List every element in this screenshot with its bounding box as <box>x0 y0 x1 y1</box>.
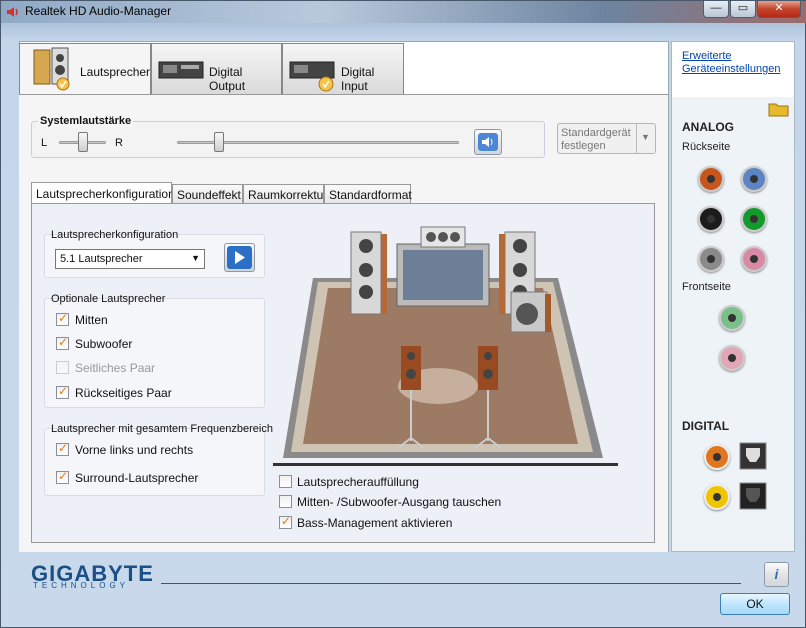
gigabyte-logo-sub: TECHNOLOGY <box>33 581 130 590</box>
volume-slider-thumb[interactable] <box>214 132 224 152</box>
ok-button[interactable]: OK <box>720 593 790 615</box>
coaxial-yellow-jack[interactable] <box>704 484 730 510</box>
speaker-config-select[interactable]: 5.1 Lautsprecher ▼ <box>55 249 205 269</box>
tab-digital-output[interactable]: Digital Output <box>151 43 282 95</box>
play-test-button[interactable] <box>224 243 255 272</box>
mitten-checkbox[interactable] <box>56 311 69 326</box>
seitliches-paar-checkbox[interactable] <box>56 361 69 374</box>
default-device-line1: Standardgerät <box>561 127 631 139</box>
info-button[interactable]: i <box>764 562 789 587</box>
app-window: Realtek HD Audio-Manager — ▭ ✕ Lautsprec… <box>0 0 806 628</box>
jack-green[interactable] <box>741 206 767 232</box>
bass-management-label: Bass-Management aktivieren <box>297 516 453 530</box>
rueckseitiges-paar-label: Rückseitiges Paar <box>75 386 172 400</box>
coaxial-orange-jack[interactable] <box>704 444 730 470</box>
default-device-button[interactable]: Standardgerät festlegen ▼ <box>557 123 656 154</box>
window-title: Realtek HD Audio-Manager <box>25 4 172 18</box>
footer-divider <box>161 583 741 584</box>
bass-management-checkbox[interactable] <box>279 514 292 529</box>
sidebar-header: Erweiterte Geräteeinstellungen <box>672 42 794 97</box>
balance-right-label: R <box>115 137 123 149</box>
surround-checkbox[interactable] <box>56 469 69 484</box>
tab-digital-input-label: Digital Input <box>341 65 375 93</box>
front-lr-checkbox[interactable] <box>56 441 69 456</box>
title-bar[interactable]: Realtek HD Audio-Manager — ▭ ✕ <box>1 1 806 23</box>
swap-center-sub-checkbox[interactable] <box>279 495 292 508</box>
optical-in-icon[interactable] <box>739 482 767 510</box>
subtab-raumkorrektur[interactable]: Raumkorrektur <box>243 184 327 204</box>
rueckseitiges-paar-checkbox[interactable] <box>56 384 69 399</box>
config-group-label: Lautsprecherkonfiguration <box>51 229 179 241</box>
speaker-config-value: 5.1 Lautsprecher <box>60 253 143 265</box>
subtab-lautsprecherkonfiguration[interactable]: Lautsprecherkonfiguration <box>31 182 175 203</box>
digital-heading: DIGITAL <box>682 419 730 433</box>
digital-input-icon <box>289 61 335 92</box>
subtab-standardformat[interactable]: Standardformat <box>324 184 412 204</box>
tab-digital-output-label: Digital Output <box>209 65 246 93</box>
mute-button[interactable] <box>474 129 502 155</box>
subwoofer-label: Subwoofer <box>75 337 133 351</box>
speaker-volume-icon <box>478 133 498 151</box>
subtab-soundeffekt[interactable]: Soundeffekt <box>172 184 243 204</box>
jack-black[interactable] <box>698 206 724 232</box>
system-volume-label: Systemlautstärke <box>38 115 134 127</box>
analog-heading: ANALOG <box>682 120 734 134</box>
swap-center-sub-label: Mitten- /Subwoofer-Ausgang tauschen <box>297 495 502 509</box>
lautsprecherauffuellung-label: Lautsprecherauffüllung <box>297 475 419 489</box>
balance-slider-thumb[interactable] <box>78 132 88 152</box>
digital-device-icon <box>158 61 204 79</box>
speaker-tab-icon <box>33 47 70 91</box>
advanced-settings-line2: Geräteeinstellungen <box>682 63 781 75</box>
chevron-down-icon: ▼ <box>191 253 200 263</box>
minimize-button[interactable]: — <box>703 1 729 18</box>
mitten-label: Mitten <box>75 313 108 327</box>
close-button[interactable]: ✕ <box>757 1 801 18</box>
jack-front-green[interactable] <box>719 305 745 331</box>
optional-speakers-label: Optionale Lautsprecher <box>51 293 166 305</box>
back-panel-label: Rückseite <box>682 141 731 153</box>
tab-digital-input[interactable]: Digital Input <box>282 43 404 95</box>
surround-label: Surround-Lautsprecher <box>75 471 199 485</box>
advanced-settings-line1: Erweiterte <box>682 50 732 62</box>
front-lr-label: Vorne links und rechts <box>75 443 194 457</box>
speaker-room-visualization[interactable] <box>273 216 623 466</box>
default-device-line2: festlegen <box>561 140 606 152</box>
dropdown-divider <box>636 124 637 153</box>
connector-sidebar: Erweiterte Geräteeinstellungen ANALOG Rü… <box>671 41 795 552</box>
chevron-down-icon: ▼ <box>641 132 650 142</box>
jack-blue[interactable] <box>741 166 767 192</box>
tab-lautsprecher-label: Lautsprecher <box>80 65 151 79</box>
maximize-button[interactable]: ▭ <box>730 1 756 18</box>
jack-pink[interactable] <box>741 246 767 272</box>
advanced-settings-link[interactable]: Erweiterte Geräteeinstellungen <box>682 50 780 76</box>
jack-orange[interactable] <box>698 166 724 192</box>
subwoofer-checkbox[interactable] <box>56 335 69 350</box>
front-panel-label: Frontseite <box>682 281 731 293</box>
play-icon <box>227 246 252 269</box>
folder-icon[interactable] <box>768 98 790 118</box>
fullrange-label: Lautsprecher mit gesamtem Frequenzbereic… <box>51 423 273 435</box>
lautsprecherauffuellung-checkbox[interactable] <box>279 475 292 488</box>
fullrange-group <box>44 428 265 496</box>
balance-left-label: L <box>41 137 48 149</box>
jack-gray[interactable] <box>698 246 724 272</box>
tab-lautsprecher[interactable]: Lautsprecher <box>19 43 151 96</box>
jack-front-pink[interactable] <box>719 345 745 371</box>
seitliches-paar-label: Seitliches Paar <box>75 361 156 375</box>
optical-out-icon[interactable] <box>739 442 767 470</box>
speaker-app-icon <box>7 7 18 17</box>
